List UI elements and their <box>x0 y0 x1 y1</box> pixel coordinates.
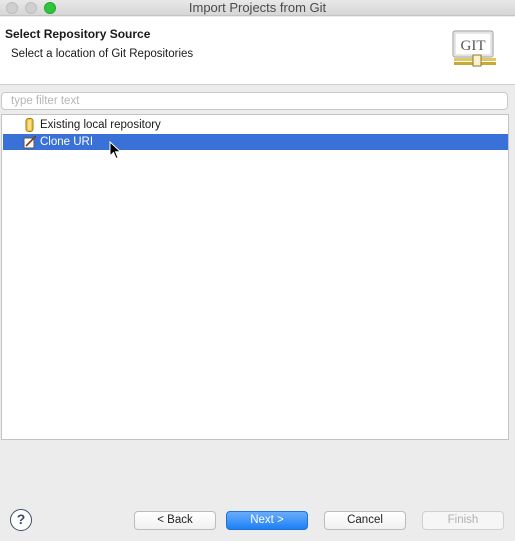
git-logo-icon: GIT <box>452 30 496 67</box>
tree-item-label: Clone URI <box>40 136 94 148</box>
window-title: Import Projects from Git <box>188 0 327 15</box>
page-description: Select a location of Git Repositories <box>11 48 194 60</box>
help-button[interactable]: ? <box>10 509 32 531</box>
next-button[interactable]: Next > <box>226 511 308 530</box>
filter-input[interactable] <box>1 92 508 110</box>
git-logo-text: GIT <box>461 38 486 54</box>
wizard-header: Select Repository Source Select a locati… <box>0 17 515 85</box>
tree-item-existing-local-repository[interactable]: Existing local repository <box>3 117 508 133</box>
window-titlebar: Import Projects from Git <box>0 0 515 16</box>
repository-icon <box>25 118 34 132</box>
tree-item-clone-uri[interactable]: Clone URI <box>3 134 508 150</box>
repository-source-tree[interactable]: Existing local repository Clone URI <box>1 114 509 440</box>
mouse-cursor-icon <box>109 141 122 160</box>
back-button[interactable]: < Back <box>134 511 216 530</box>
page-title: Select Repository Source <box>5 27 151 41</box>
clone-uri-icon <box>23 136 36 149</box>
cancel-button[interactable]: Cancel <box>324 511 406 530</box>
tree-item-label: Existing local repository <box>40 119 161 131</box>
finish-button[interactable]: Finish <box>422 511 504 530</box>
